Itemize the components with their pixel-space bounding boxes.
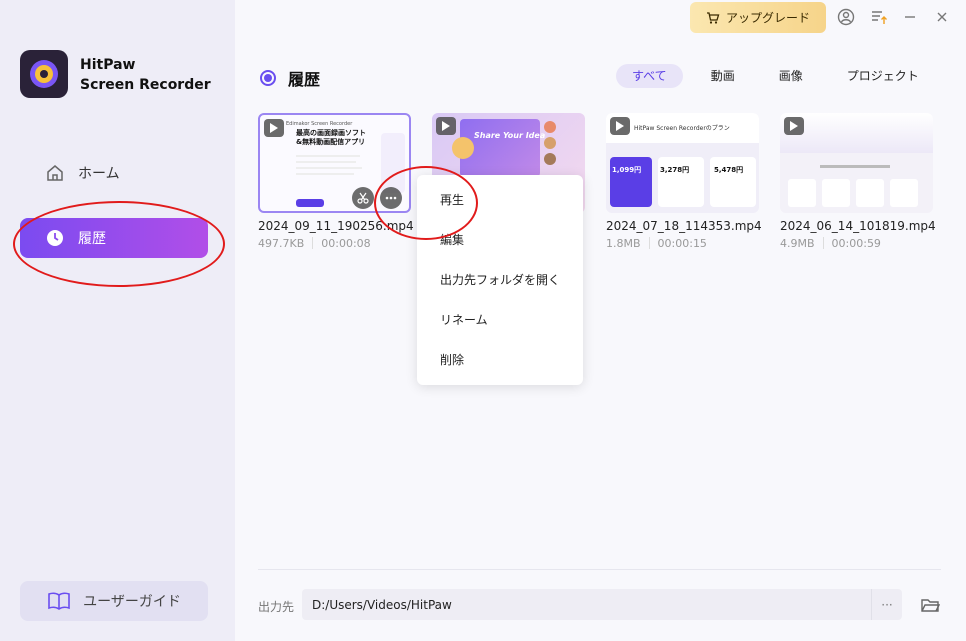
upgrade-button[interactable]: アップグレード [690, 2, 826, 33]
more-options-icon[interactable] [380, 187, 402, 209]
recording-duration: 00:00:15 [657, 237, 707, 250]
recording-thumbnail[interactable] [780, 113, 933, 213]
recording-duration: 00:00:08 [321, 237, 371, 250]
app-title-line1: HitPaw [80, 57, 136, 73]
recording-filename: 2024_09_11_190256.mp4 [258, 219, 414, 233]
thumb-title: 最高の画面録画ソフト&無料動画配信アプリ [296, 129, 366, 146]
sidebar-item-label: ホーム [78, 166, 120, 182]
play-icon [610, 117, 630, 135]
menu-update-icon[interactable] [870, 8, 888, 26]
filter-all[interactable]: すべて [616, 64, 683, 88]
recording-card[interactable]: Edimakor Screen Recorder 最高の画面録画ソフト&無料動画… [258, 113, 414, 250]
app-title: HitPaw Screen Recorder [80, 55, 211, 95]
account-icon[interactable] [837, 8, 855, 26]
menu-item-rename[interactable]: リネーム [417, 300, 583, 340]
recording-size: 4.9MB [780, 237, 815, 250]
menu-item-edit[interactable]: 編集 [417, 220, 583, 260]
page-title: 履歴 [288, 70, 321, 89]
thumb-price-1: 1,099円 [612, 166, 642, 174]
recording-thumbnail[interactable]: Edimakor Screen Recorder 最高の画面録画ソフト&無料動画… [258, 113, 411, 213]
section-header: 履歴 [260, 66, 320, 90]
thumb-brand: Edimakor Screen Recorder [286, 121, 353, 127]
sidebar-item-home[interactable]: ホーム [20, 153, 208, 193]
user-guide-label: ユーザーガイド [83, 594, 181, 610]
thumb-title: Share Your Idea [474, 131, 546, 140]
filter-project[interactable]: プロジェクト [831, 64, 935, 88]
app-title-line2: Screen Recorder [80, 77, 211, 93]
play-icon [784, 117, 804, 135]
thumb-price-2: 3,278円 [660, 166, 690, 174]
upgrade-label: アップグレード [725, 11, 810, 25]
folder-icon[interactable] [920, 596, 940, 614]
recording-size: 497.7KB [258, 237, 305, 250]
cart-icon [706, 11, 720, 25]
browse-more-button[interactable]: ··· [871, 589, 902, 620]
recording-duration: 00:00:59 [831, 237, 881, 250]
filter-tabs: すべて 動画 画像 プロジェクト [616, 64, 939, 88]
recording-meta: 497.7KB 00:00:08 [258, 237, 411, 250]
book-icon [47, 591, 71, 611]
filter-image[interactable]: 画像 [763, 64, 819, 88]
recording-card[interactable]: HitPaw Screen Recorderのプラン 1,099円 3,278円… [606, 113, 762, 250]
home-icon [44, 162, 66, 184]
output-label: 出力先 [258, 600, 295, 614]
clock-icon [44, 227, 66, 249]
minimize-icon[interactable] [901, 8, 919, 26]
thumb-title: HitPaw Screen Recorderのプラン [634, 125, 730, 132]
menu-item-open-folder[interactable]: 出力先フォルダを開く [417, 260, 583, 300]
recording-size: 1.8MB [606, 237, 641, 250]
divider [258, 569, 941, 570]
output-path-field[interactable]: D:/Users/Videos/HitPaw ··· [302, 589, 902, 620]
context-menu: 再生 編集 出力先フォルダを開く リネーム 削除 [417, 175, 583, 385]
recording-meta: 1.8MB 00:00:15 [606, 237, 759, 250]
play-icon [436, 117, 456, 135]
recording-meta: 4.9MB 00:00:59 [780, 237, 933, 250]
app-logo [20, 50, 68, 98]
recording-card[interactable]: 2024_06_14_101819.mp4 4.9MB 00:00:59 [780, 113, 936, 250]
user-guide-button[interactable]: ユーザーガイド [20, 581, 208, 621]
thumb-price-3: 5,478円 [714, 166, 744, 174]
radio-icon [260, 70, 276, 86]
output-path: D:/Users/Videos/HitPaw [312, 597, 452, 612]
sidebar-item-label: 履歴 [78, 231, 106, 247]
sidebar-item-history[interactable]: 履歴 [20, 218, 208, 258]
play-icon [264, 119, 284, 137]
filter-video[interactable]: 動画 [695, 64, 751, 88]
cut-icon[interactable] [352, 187, 374, 209]
recording-filename: 2024_07_18_114353.mp4 [606, 219, 762, 233]
menu-item-delete[interactable]: 削除 [417, 340, 583, 380]
recording-filename: 2024_06_14_101819.mp4 [780, 219, 936, 233]
sidebar: HitPaw Screen Recorder ホーム 履歴 ユーザーガイド [0, 0, 235, 641]
recording-thumbnail[interactable]: HitPaw Screen Recorderのプラン 1,099円 3,278円… [606, 113, 759, 213]
menu-item-play[interactable]: 再生 [417, 180, 583, 220]
close-icon[interactable] [933, 8, 951, 26]
